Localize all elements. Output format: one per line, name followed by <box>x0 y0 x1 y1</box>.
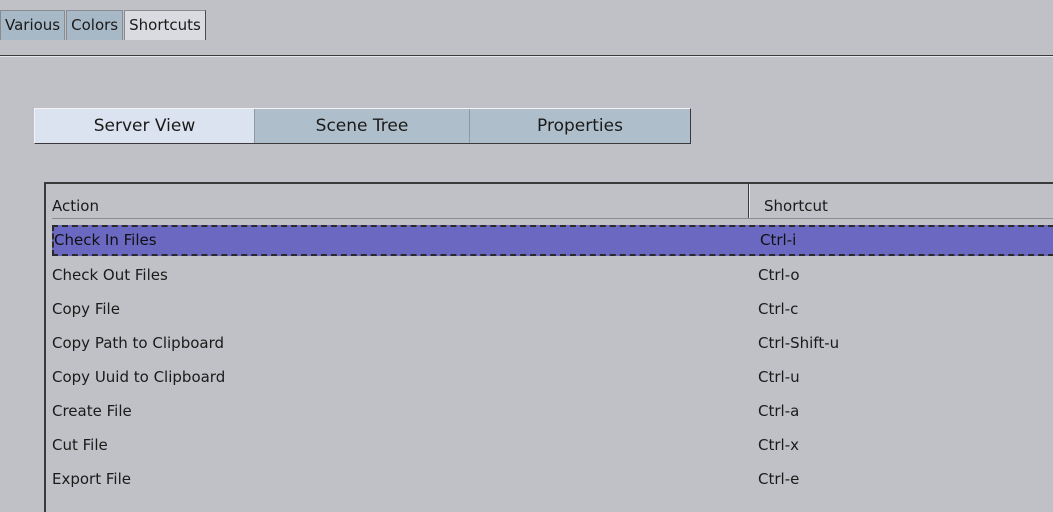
shortcut-cell: Ctrl-u <box>758 368 800 386</box>
tab-properties[interactable]: Properties <box>470 109 690 143</box>
shortcut-cell: Ctrl-Shift-u <box>758 334 840 352</box>
tab-divider-highlight <box>0 56 1053 57</box>
shortcut-cell: Ctrl-o <box>758 266 800 284</box>
tab-server-view[interactable]: Server View <box>35 109 255 143</box>
action-cell: Copy File <box>52 300 120 318</box>
shortcut-cell: Ctrl-i <box>760 231 797 249</box>
sub-tab-bar: Server View Scene Tree Properties <box>34 108 691 144</box>
action-cell: Copy Uuid to Clipboard <box>52 368 226 386</box>
table-row[interactable]: Export File Ctrl-e <box>52 462 1053 496</box>
table-row[interactable]: Copy Uuid to Clipboard Ctrl-u <box>52 360 1053 394</box>
shortcut-cell: Ctrl-x <box>758 436 799 454</box>
action-cell: Cut File <box>52 436 108 454</box>
table-row[interactable]: Copy File Ctrl-c <box>52 292 1053 326</box>
table-row-selected[interactable]: Check In Files Ctrl-i <box>52 225 1053 256</box>
table-row[interactable]: Cut File Ctrl-x <box>52 428 1053 462</box>
shortcut-cell: Ctrl-c <box>758 300 799 318</box>
action-cell: Check In Files <box>54 231 157 249</box>
action-cell: Create File <box>52 402 132 420</box>
shortcut-cell: Ctrl-e <box>758 470 800 488</box>
shortcuts-table: Action Shortcut Check In Files Ctrl-i Ch… <box>44 182 1053 512</box>
table-header: Action Shortcut <box>52 194 1053 219</box>
table-row[interactable]: Copy Path to Clipboard Ctrl-Shift-u <box>52 326 1053 360</box>
top-tab-bar: Various Colors Shortcuts <box>0 10 207 40</box>
action-cell: Check Out Files <box>52 266 168 284</box>
tab-scene-tree[interactable]: Scene Tree <box>255 109 470 143</box>
table-row[interactable]: Create File Ctrl-a <box>52 394 1053 428</box>
action-cell: Export File <box>52 470 131 488</box>
tab-colors[interactable]: Colors <box>66 10 124 40</box>
column-header-action[interactable]: Action <box>52 194 752 218</box>
tab-various[interactable]: Various <box>0 10 66 40</box>
table-row[interactable]: Check Out Files Ctrl-o <box>52 258 1053 292</box>
tab-shortcuts[interactable]: Shortcuts <box>124 10 206 40</box>
column-header-shortcut[interactable]: Shortcut <box>764 194 1053 218</box>
shortcut-cell: Ctrl-a <box>758 402 800 420</box>
action-cell: Copy Path to Clipboard <box>52 334 225 352</box>
